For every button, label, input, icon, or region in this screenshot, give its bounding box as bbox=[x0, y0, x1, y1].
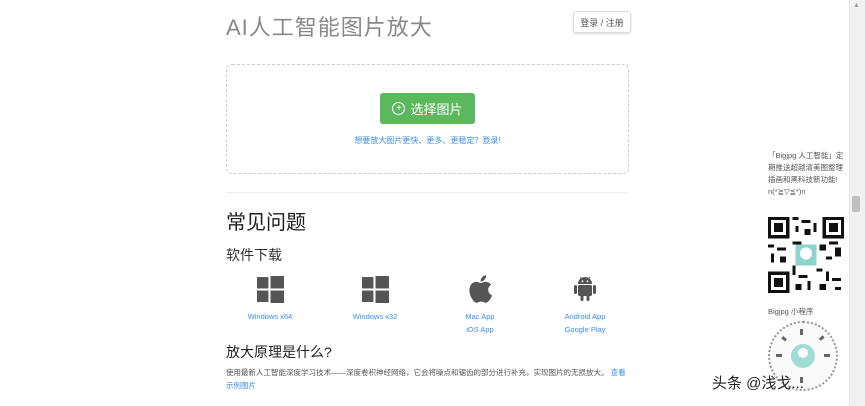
apple-icon bbox=[435, 273, 525, 305]
watermark-text: 头条 @浅戈... bbox=[712, 375, 804, 392]
plus-circle-icon: + bbox=[392, 102, 406, 115]
download-heading: 软件下载 bbox=[226, 247, 282, 263]
sidebar-emoticon: n(*≧▽≦*)n bbox=[768, 187, 806, 196]
scrollbar-thumb[interactable] bbox=[852, 196, 860, 212]
google-play-link[interactable]: Google Play bbox=[540, 323, 630, 336]
scroll-up-arrow-icon[interactable]: ▲ bbox=[853, 2, 860, 9]
download-android[interactable]: Android App Google Play bbox=[540, 273, 630, 336]
android-icon bbox=[540, 273, 630, 305]
sidebar-promo: 「Bigjpg 人工智能」定期推送超越清美图整理插画和黑科技新功能! n(*≧▽… bbox=[768, 150, 848, 198]
android-app-link[interactable]: Android App bbox=[540, 310, 630, 323]
sidebar-promo-text: 「Bigjpg 人工智能」定期推送超越清美图整理插画和黑科技新功能! bbox=[768, 151, 844, 184]
download-windows-x32[interactable]: Windows x32 bbox=[330, 273, 420, 323]
mini-program-label: Bigjpg 小程序 bbox=[768, 307, 814, 316]
divider bbox=[226, 192, 629, 193]
login-register-button[interactable]: 登录 / 注册 bbox=[573, 11, 631, 33]
download-apple[interactable]: Mac App iOS App bbox=[435, 273, 525, 336]
page-title: AI人工智能图片放大 bbox=[226, 15, 433, 40]
windows-x32-link[interactable]: Windows x32 bbox=[330, 310, 420, 323]
principle-text: 使用最新人工智能深度学习技术——深度卷积神经网络，它会将噪点和锯齿的部分进行补充… bbox=[226, 368, 609, 377]
select-image-button[interactable]: + 选择图片 bbox=[380, 93, 475, 124]
windows-icon bbox=[225, 273, 315, 305]
qr-code-image bbox=[768, 217, 844, 293]
principle-heading: 放大原理是什么? bbox=[226, 344, 332, 360]
select-image-label: 选择图片 bbox=[410, 102, 463, 117]
windows-icon bbox=[330, 273, 420, 305]
upload-hint-link[interactable]: 想要放大图片更快、更多、更稳定？登录! bbox=[226, 135, 629, 146]
ios-app-link[interactable]: iOS App bbox=[435, 323, 525, 336]
download-windows-x64[interactable]: Windows x64 bbox=[225, 273, 315, 323]
mac-app-link[interactable]: Mac App bbox=[435, 310, 525, 323]
windows-x64-link[interactable]: Windows x64 bbox=[225, 310, 315, 323]
faq-heading: 常见问题 bbox=[226, 212, 306, 234]
principle-paragraph: 使用最新人工智能深度学习技术——深度卷积神经网络，它会将噪点和锯齿的部分进行补充… bbox=[226, 366, 631, 392]
